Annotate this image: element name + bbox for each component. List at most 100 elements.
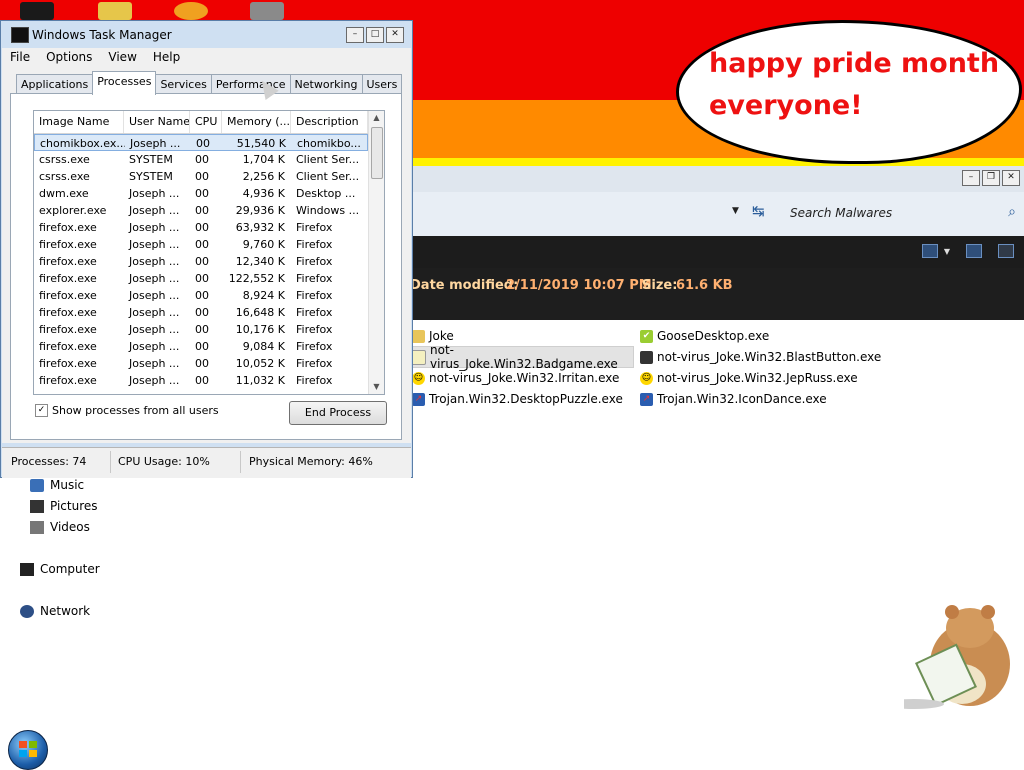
process-row[interactable]: firefox.exe Joseph ... 00 9,084 K Firefox [34, 338, 368, 355]
close-button[interactable]: ✕ [1002, 170, 1020, 186]
desktop-icon-1[interactable] [20, 2, 54, 20]
menu-view[interactable]: View [100, 48, 144, 68]
process-rows: chomikbox.ex... Joseph ... 00 51,540 K chomi… [34, 134, 368, 389]
speech-bubble: happy pride month everyone! [676, 20, 1022, 164]
search-box[interactable]: Search Malwares ⌕ [782, 200, 1022, 226]
search-icon[interactable]: ⌕ [1008, 204, 1016, 220]
cell-description: Firefox [296, 255, 333, 268]
menu-options[interactable]: Options [38, 48, 100, 68]
file-item-icondance[interactable]: ↗ Trojan.Win32.IconDance.exe [640, 389, 827, 409]
process-row[interactable]: firefox.exe Joseph ... 00 12,340 K Firefox [34, 253, 368, 270]
close-button[interactable]: ✕ [386, 27, 404, 43]
cell-description: Firefox [296, 272, 333, 285]
file-item-jepruss[interactable]: ☺ not-virus_Joke.Win32.JepRuss.exe [640, 368, 858, 388]
start-button[interactable] [8, 730, 48, 770]
tab-networking[interactable]: Networking [289, 74, 363, 95]
cell-user-name: Joseph ... [129, 357, 180, 370]
dropdown-arrow-icon[interactable]: ▼ [732, 206, 739, 216]
file-name: Joke [429, 329, 454, 343]
search-input[interactable]: Search Malwares [790, 206, 892, 220]
show-all-processes-option[interactable]: ✓ Show processes from all users [35, 404, 219, 417]
process-row[interactable]: firefox.exe Joseph ... 00 8,924 K Firefox [34, 287, 368, 304]
process-row[interactable]: dwm.exe Joseph ... 00 4,936 K Desktop ... [34, 185, 368, 202]
nav-item-computer[interactable]: Computer [20, 562, 100, 576]
process-row[interactable]: firefox.exe Joseph ... 00 9,760 K Firefox [34, 236, 368, 253]
column-header-cpu[interactable]: CPU [190, 111, 222, 133]
help-icon[interactable] [998, 244, 1014, 258]
nav-item-music[interactable]: Music [30, 478, 84, 492]
tab-performance[interactable]: Performance [210, 74, 291, 95]
process-row[interactable]: firefox.exe Joseph ... 00 10,052 K Firefox [34, 355, 368, 372]
cell-user-name: Joseph ... [129, 323, 180, 336]
tab-services[interactable]: Services [155, 74, 212, 95]
desktop-icon-4[interactable] [250, 2, 284, 20]
menu-file[interactable]: File [2, 48, 38, 68]
cell-cpu: 00 [196, 137, 210, 150]
file-item-desktoppuzzle[interactable]: ↗ Trojan.Win32.DesktopPuzzle.exe [412, 389, 623, 409]
process-row[interactable]: firefox.exe Joseph ... 00 10,176 K Firefox [34, 321, 368, 338]
file-name: not-virus_Joke.Win32.JepRuss.exe [657, 371, 858, 385]
file-item-blastbutton[interactable]: not-virus_Joke.Win32.BlastButton.exe [640, 347, 881, 367]
pictures-icon [30, 499, 44, 513]
tab-processes[interactable]: Processes [92, 71, 157, 95]
menu-bar: File Options View Help [2, 48, 411, 68]
preview-pane-icon[interactable] [966, 244, 982, 258]
task-manager-titlebar[interactable]: Windows Task Manager – □ ✕ [1, 21, 412, 47]
cell-cpu: 00 [195, 255, 209, 268]
cell-image-name: firefox.exe [39, 340, 97, 353]
scroll-thumb[interactable] [371, 127, 383, 179]
status-physical-memory: Physical Memory: 46% [249, 455, 373, 468]
maximize-button[interactable]: □ [366, 27, 384, 43]
tab-applications[interactable]: Applications [16, 74, 94, 95]
nav-item-pictures[interactable]: Pictures [30, 499, 98, 513]
cell-image-name: csrss.exe [39, 170, 90, 183]
process-row[interactable]: firefox.exe Joseph ... 00 11,032 K Firefox [34, 372, 368, 389]
minimize-button[interactable]: – [962, 170, 980, 186]
nav-item-videos[interactable]: Videos [30, 520, 90, 534]
cell-image-name: firefox.exe [39, 306, 97, 319]
end-process-button[interactable]: End Process [289, 401, 387, 425]
file-item-goosedesktop[interactable]: ✔ GooseDesktop.exe [640, 326, 769, 346]
restore-button[interactable]: ❐ [982, 170, 1000, 186]
tab-users[interactable]: Users [361, 74, 403, 95]
minimize-button[interactable]: – [346, 27, 364, 43]
process-row[interactable]: firefox.exe Joseph ... 00 122,552 K Firefox [34, 270, 368, 287]
scroll-up-icon[interactable]: ▲ [369, 111, 384, 125]
nav-item-network[interactable]: Network [20, 604, 90, 618]
nav-label: Music [50, 478, 85, 492]
column-header-description[interactable]: Description [291, 111, 368, 133]
process-row[interactable]: explorer.exe Joseph ... 00 29,936 K Windows … [34, 202, 368, 219]
folder-icon[interactable] [98, 2, 132, 20]
show-all-checkbox[interactable]: ✓ [35, 404, 48, 417]
process-list[interactable]: Image Name User Name CPU Memory (... Des… [33, 110, 385, 395]
process-row[interactable]: csrss.exe SYSTEM 00 1,704 K Client Ser... [34, 151, 368, 168]
vertical-scrollbar[interactable]: ▲ ▼ [368, 111, 384, 394]
process-row[interactable]: firefox.exe Joseph ... 00 63,932 K Firefox [34, 219, 368, 236]
view-dropdown-icon[interactable]: ▼ [944, 247, 950, 256]
file-item-irritan[interactable]: ☺ not-virus_Joke.Win32.Irritan.exe [412, 368, 619, 388]
column-header-memory[interactable]: Memory (... [222, 111, 291, 133]
menu-help[interactable]: Help [145, 48, 188, 68]
cell-description: Firefox [296, 374, 333, 387]
file-item-badgame[interactable]: not-virus_Joke.Win32.Badgame.exe [410, 343, 634, 371]
process-row[interactable]: csrss.exe SYSTEM 00 2,256 K Client Ser... [34, 168, 368, 185]
process-row[interactable]: firefox.exe Joseph ... 00 16,648 K Firefox [34, 304, 368, 321]
cell-image-name: csrss.exe [39, 153, 90, 166]
nav-label: Network [40, 604, 91, 618]
cell-user-name: Joseph ... [129, 255, 180, 268]
cell-memory: 12,340 K [235, 255, 285, 268]
tab-strip: Applications Processes Services Performa… [16, 71, 403, 95]
view-icon[interactable] [921, 244, 938, 258]
process-row[interactable]: chomikbox.ex... Joseph ... 00 51,540 K chomi… [34, 134, 368, 151]
scroll-down-icon[interactable]: ▼ [369, 380, 384, 394]
column-header-user-name[interactable]: User Name [124, 111, 190, 133]
explorer-titlebar[interactable]: – ❐ ✕ [410, 166, 1024, 192]
cell-description: Firefox [296, 357, 333, 370]
refresh-icon[interactable]: ↹ [752, 202, 765, 220]
column-header-image-name[interactable]: Image Name [34, 111, 124, 133]
music-icon [30, 478, 44, 492]
nav-label: Computer [40, 562, 100, 576]
cell-description: Firefox [296, 306, 333, 319]
browser-icon[interactable] [174, 2, 208, 20]
speech-bubble-text: happy pride month everyone! [709, 43, 1009, 127]
